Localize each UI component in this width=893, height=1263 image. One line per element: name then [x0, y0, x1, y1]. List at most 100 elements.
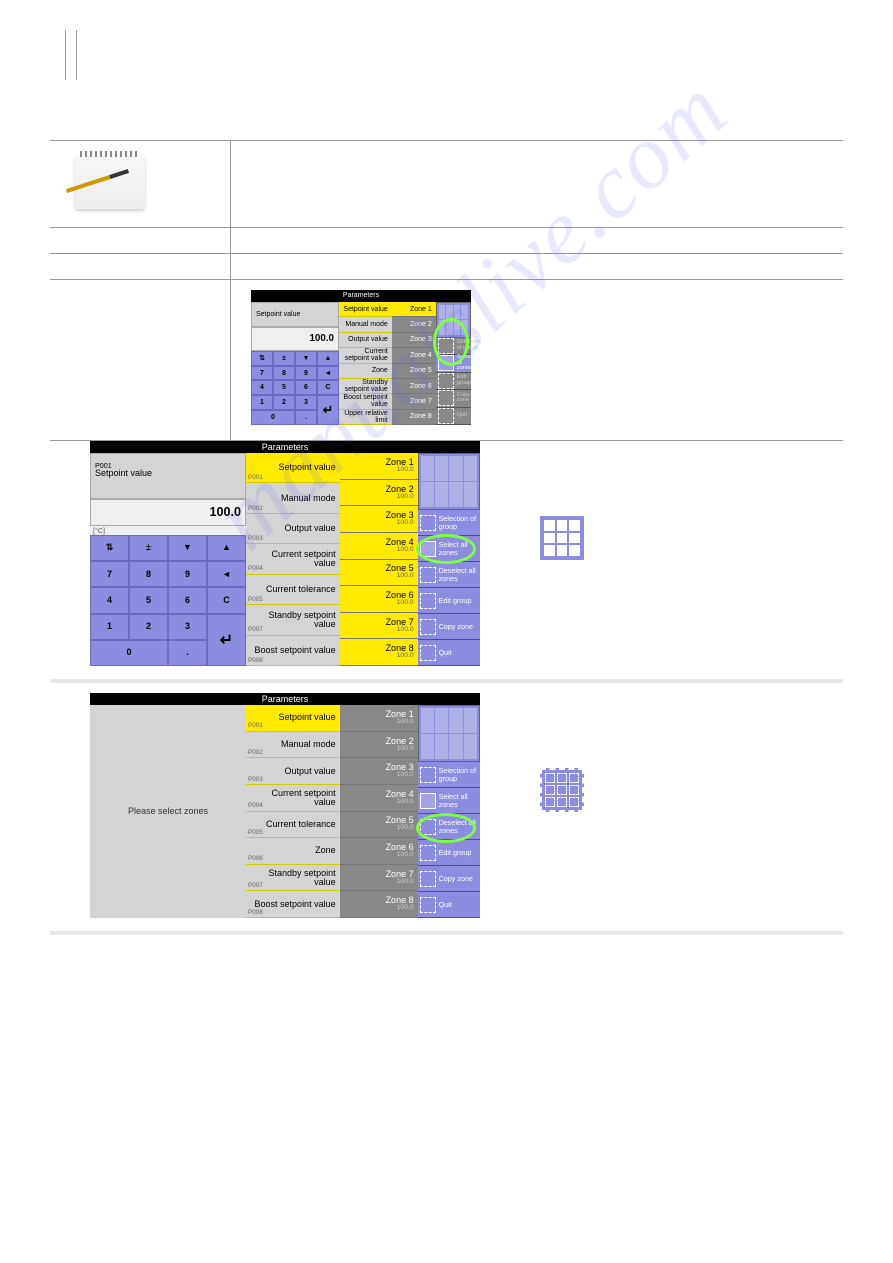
copy-zone-button[interactable]: Copy zone: [418, 614, 480, 640]
kp-dot[interactable]: .: [168, 640, 207, 666]
selection-of-group-button[interactable]: Selection of group: [418, 510, 480, 536]
kp-enter[interactable]: [317, 395, 339, 425]
zone-item[interactable]: Zone 1100.0: [340, 705, 418, 732]
select-all-zones-button[interactable]: Select all zones: [418, 788, 480, 814]
kp-6[interactable]: 6: [295, 380, 317, 395]
kp-updown[interactable]: [90, 535, 129, 561]
kp-c[interactable]: C: [317, 380, 339, 395]
kp-down[interactable]: [295, 351, 317, 366]
kp-8[interactable]: 8: [273, 366, 295, 381]
select-all-zones-button[interactable]: Select all zones: [436, 355, 471, 373]
copy-zone-button[interactable]: Copy zone: [418, 866, 480, 892]
zone-item[interactable]: Zone 5: [392, 364, 436, 379]
kp-dot[interactable]: .: [295, 410, 317, 425]
zone-item[interactable]: Zone 6100.0: [340, 838, 418, 865]
kp-5[interactable]: 5: [273, 380, 295, 395]
kp-updown[interactable]: [251, 351, 273, 366]
edit-group-button[interactable]: Edit group: [418, 840, 480, 866]
kp-4[interactable]: 4: [90, 587, 129, 613]
param-item[interactable]: P004Current setpoint value: [246, 785, 340, 812]
param-item[interactable]: Standby setpoint value: [339, 379, 392, 394]
kp-0[interactable]: 0: [251, 410, 295, 425]
param-item[interactable]: Zone: [339, 364, 392, 379]
kp-1[interactable]: 1: [251, 395, 273, 410]
zone-item[interactable]: Zone 7100.0: [340, 613, 418, 640]
param-item[interactable]: P007Standby setpoint value: [246, 865, 340, 892]
kp-5[interactable]: 5: [129, 587, 168, 613]
kp-down[interactable]: [168, 535, 207, 561]
zone-item[interactable]: Zone 8: [392, 410, 436, 425]
zone-item[interactable]: Zone 2: [392, 317, 436, 332]
zone-item[interactable]: Zone 2100.0: [340, 732, 418, 759]
param-item[interactable]: P008Boost setpoint value: [246, 891, 340, 918]
zone-grid-icon[interactable]: [418, 705, 480, 762]
param-item[interactable]: P002Manual mode: [246, 483, 340, 513]
zone-item[interactable]: Zone 8100.0: [340, 891, 418, 918]
quit-button[interactable]: Quit: [418, 640, 480, 666]
zone-item[interactable]: Zone 6100.0: [340, 586, 418, 613]
zone-grid-icon[interactable]: [436, 302, 471, 338]
kp-9[interactable]: 9: [168, 561, 207, 587]
param-item[interactable]: P005Current tolerance: [246, 575, 340, 605]
zone-item[interactable]: Zone 6: [392, 379, 436, 394]
zone-item[interactable]: Zone 1100.0: [340, 453, 418, 480]
param-item[interactable]: P007Standby setpoint value: [246, 605, 340, 635]
kp-pm[interactable]: [129, 535, 168, 561]
param-item[interactable]: Boost setpoint value: [339, 394, 392, 409]
zone-item[interactable]: Zone 1: [392, 302, 436, 317]
quit-button[interactable]: Quit: [418, 892, 480, 918]
zone-item[interactable]: Zone 2100.0: [340, 480, 418, 507]
kp-4[interactable]: 4: [251, 380, 273, 395]
zone-item[interactable]: Zone 4100.0: [340, 533, 418, 560]
zone-item[interactable]: Zone 5100.0: [340, 812, 418, 839]
kp-c[interactable]: C: [207, 587, 246, 613]
param-item[interactable]: Current setpoint value: [339, 348, 392, 363]
zone-item[interactable]: Zone 8100.0: [340, 639, 418, 666]
param-item[interactable]: P001Setpoint value: [246, 453, 340, 483]
select-all-zones-button[interactable]: Select all zones: [418, 536, 480, 562]
kp-3[interactable]: 3: [295, 395, 317, 410]
zone-item[interactable]: Zone 7100.0: [340, 865, 418, 892]
kp-pm[interactable]: [273, 351, 295, 366]
zone-item[interactable]: Zone 7: [392, 394, 436, 409]
kp-3[interactable]: 3: [168, 614, 207, 640]
kp-9[interactable]: 9: [295, 366, 317, 381]
copy-zone-button[interactable]: Copy zone: [436, 390, 471, 407]
kp-back[interactable]: [207, 561, 246, 587]
param-item[interactable]: P003Output value: [246, 514, 340, 544]
param-item[interactable]: P005Current tolerance: [246, 812, 340, 839]
kp-1[interactable]: 1: [90, 614, 129, 640]
kp-0[interactable]: 0: [90, 640, 168, 666]
param-item[interactable]: P002Manual mode: [246, 732, 340, 759]
kp-enter[interactable]: [207, 614, 246, 667]
kp-back[interactable]: [317, 366, 339, 381]
quit-button[interactable]: Quit: [436, 408, 471, 425]
kp-up[interactable]: [317, 351, 339, 366]
param-item[interactable]: Upper relative limit: [339, 410, 392, 425]
param-item[interactable]: Setpoint value: [339, 302, 392, 317]
param-item[interactable]: P008Boost setpoint value: [246, 636, 340, 666]
zone-item[interactable]: Zone 4100.0: [340, 785, 418, 812]
kp-6[interactable]: 6: [168, 587, 207, 613]
kp-2[interactable]: 2: [129, 614, 168, 640]
param-item[interactable]: P004Current setpoint value: [246, 544, 340, 574]
edit-group-button[interactable]: Edit group: [436, 373, 471, 390]
kp-7[interactable]: 7: [90, 561, 129, 587]
kp-7[interactable]: 7: [251, 366, 273, 381]
param-item[interactable]: P003Output value: [246, 758, 340, 785]
zone-item[interactable]: Zone 3100.0: [340, 758, 418, 785]
zone-item[interactable]: Zone 3: [392, 333, 436, 348]
kp-2[interactable]: 2: [273, 395, 295, 410]
kp-8[interactable]: 8: [129, 561, 168, 587]
param-item[interactable]: Manual mode: [339, 317, 392, 332]
edit-group-button[interactable]: Edit group: [418, 588, 480, 614]
param-item[interactable]: P006Zone: [246, 838, 340, 865]
zone-item[interactable]: Zone 5100.0: [340, 560, 418, 587]
zone-item[interactable]: Zone 4: [392, 348, 436, 363]
deselect-all-zones-button[interactable]: Deselect all zones: [418, 814, 480, 840]
kp-up[interactable]: [207, 535, 246, 561]
selection-of-group-button[interactable]: Selection of group: [418, 762, 480, 788]
deselect-all-zones-button[interactable]: Deselect all zones: [418, 562, 480, 588]
zone-grid-icon[interactable]: [418, 453, 480, 510]
selection-of-group-button[interactable]: Selection of group: [436, 338, 471, 355]
